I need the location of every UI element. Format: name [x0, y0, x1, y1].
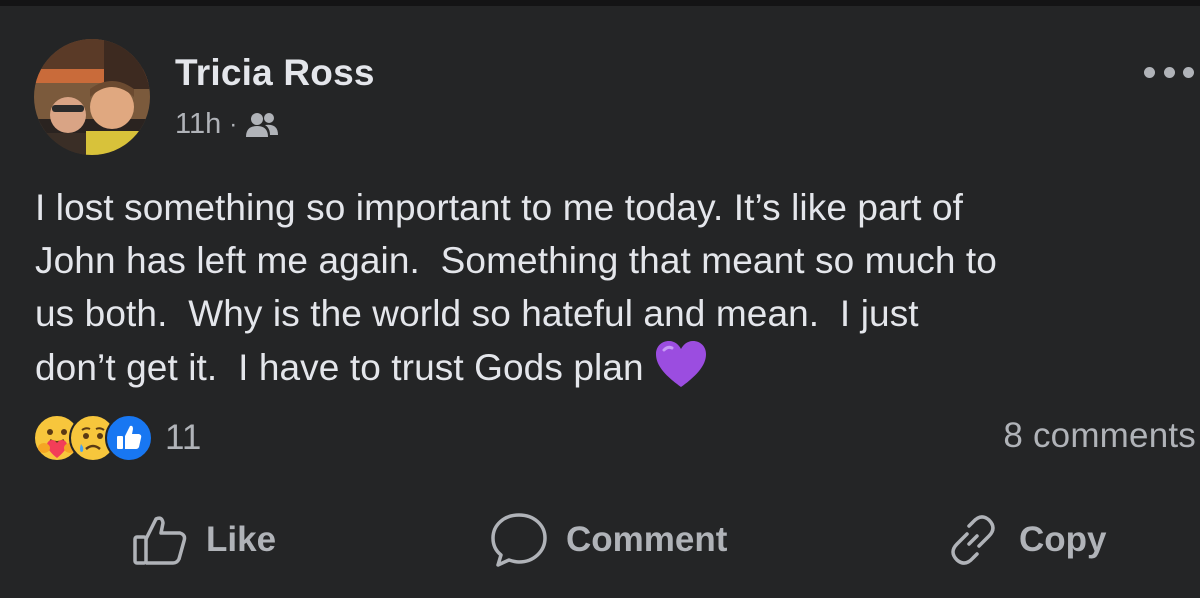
like-reaction-icon [105, 414, 153, 462]
more-dot [1144, 66, 1155, 78]
comments-count-link[interactable]: 8 comments [1003, 416, 1196, 456]
comment-bubble-icon [491, 513, 547, 567]
reaction-count: 11 [165, 418, 202, 457]
like-button[interactable]: Like [132, 505, 276, 575]
author-name[interactable]: Tricia Ross [175, 52, 375, 94]
copy-label: Copy [1019, 520, 1107, 559]
like-label: Like [206, 520, 277, 559]
friends-icon [246, 112, 279, 137]
post-meta: 11h · [175, 108, 279, 141]
top-divider [0, 0, 1200, 6]
meta-separator: · [229, 110, 238, 138]
post-text: I lost something so important to me toda… [35, 181, 1195, 394]
action-bar: Like Comment Copy [0, 505, 1200, 575]
copy-button[interactable]: Copy [945, 505, 1107, 575]
post-body: I lost something so important to me toda… [35, 187, 997, 388]
link-icon [951, 515, 995, 565]
more-dot [1163, 66, 1175, 78]
more-options-button[interactable] [1144, 60, 1194, 84]
comment-label: Comment [566, 520, 728, 559]
comment-button[interactable]: Comment [490, 505, 727, 575]
post-time[interactable]: 11h [175, 108, 221, 141]
author-avatar[interactable] [34, 39, 150, 155]
purple-heart-icon [656, 341, 707, 387]
avatar-photo [34, 39, 150, 155]
thumbs-up-icon [133, 516, 187, 565]
reactions-summary[interactable]: 11 [33, 413, 201, 463]
more-dot [1183, 66, 1194, 78]
